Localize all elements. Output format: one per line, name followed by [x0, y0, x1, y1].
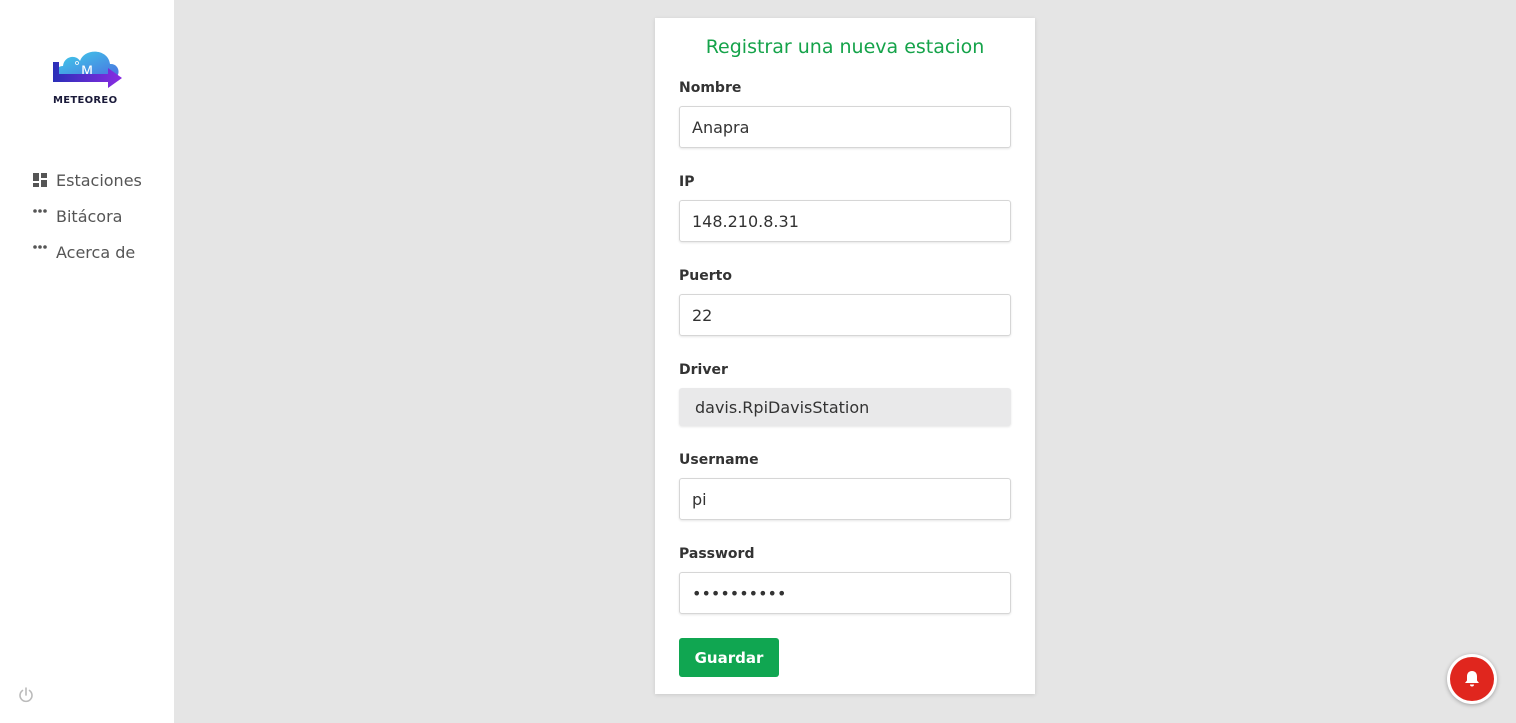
dashboard-icon: [30, 170, 50, 190]
username-input[interactable]: [679, 478, 1011, 520]
ip-input[interactable]: [679, 200, 1011, 242]
power-icon[interactable]: [17, 686, 35, 704]
nombre-label: Nombre: [679, 80, 742, 96]
notification-bell-button[interactable]: [1447, 654, 1497, 704]
more-horizontal-icon: [30, 206, 50, 226]
sidebar-item-acerca-de[interactable]: Acerca de: [30, 234, 170, 270]
register-station-card: Registrar una nueva estacion Nombre IP P…: [655, 18, 1035, 694]
username-label: Username: [679, 452, 759, 468]
logo-text: METEOREO: [53, 95, 118, 106]
form-title: Registrar una nueva estacion: [705, 36, 985, 58]
sidebar-item-label: Bitácora: [56, 206, 123, 226]
save-button[interactable]: Guardar: [679, 638, 779, 677]
driver-select[interactable]: davis.RpiDavisStation: [679, 388, 1011, 426]
sidebar: M METEOREO Estaciones Bitácora Acerca de: [0, 0, 174, 723]
nombre-input[interactable]: [679, 106, 1011, 148]
sidebar-item-label: Estaciones: [56, 170, 142, 190]
bell-icon: [1465, 671, 1479, 687]
sidebar-nav: Estaciones Bitácora Acerca de: [30, 162, 170, 270]
password-label: Password: [679, 546, 755, 562]
ip-label: IP: [679, 174, 695, 190]
sidebar-item-label: Acerca de: [56, 242, 136, 262]
puerto-label: Puerto: [679, 268, 732, 284]
more-horizontal-icon: [30, 242, 50, 262]
puerto-input[interactable]: [679, 294, 1011, 336]
driver-select-value: davis.RpiDavisStation: [695, 397, 870, 417]
driver-label: Driver: [679, 362, 728, 378]
password-input[interactable]: [679, 572, 1011, 614]
sidebar-item-bitacora[interactable]: Bitácora: [30, 198, 170, 234]
sidebar-item-estaciones[interactable]: Estaciones: [30, 162, 170, 198]
